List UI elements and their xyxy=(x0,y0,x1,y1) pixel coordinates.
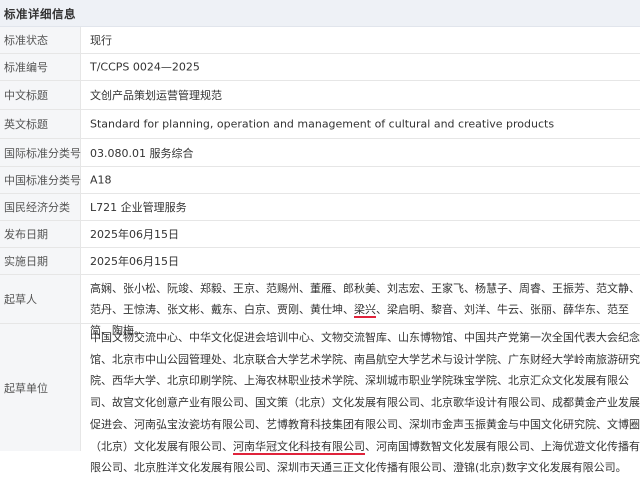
row-label: 起草人 xyxy=(4,293,37,306)
row-standard-status: 标准状态 现行 xyxy=(0,27,640,54)
row-label: 标准编号 xyxy=(4,61,48,74)
row-label: 国民经济分类 xyxy=(4,201,70,214)
row-chinese-title: 中文标题 文创产品策划运营管理规范 xyxy=(0,81,640,110)
ccs-code-value: A18 xyxy=(90,173,112,187)
economic-classification-value: L721 企业管理服务 xyxy=(90,201,187,214)
row-drafting-units: 起草单位 中国文物交流中心、中华文化促进会培训中心、文物交流智库、山东博物馆、中… xyxy=(0,324,640,474)
row-label: 标准状态 xyxy=(4,34,48,47)
row-label: 国际标准分类号 xyxy=(4,146,81,160)
chinese-title-value: 文创产品策划运营管理规范 xyxy=(90,89,222,102)
standard-number-value: T/CCPS 0024—2025 xyxy=(90,60,200,74)
row-drafters: 起草人 高娴、张小松、阮竣、郑毅、王京、范赐州、董雁、郎秋美、刘志宏、王家飞、杨… xyxy=(0,275,640,337)
standard-status-value: 现行 xyxy=(90,34,112,47)
publish-date-value: 2025年06月15日 xyxy=(90,228,179,241)
drafting-units-value: 中国文物交流中心、中华文化促进会培训中心、文物交流智库、山东博物馆、中国共产党第… xyxy=(90,327,640,479)
row-label: 发布日期 xyxy=(4,228,48,241)
row-label: 中文标题 xyxy=(4,89,48,102)
row-label: 实施日期 xyxy=(4,255,48,268)
row-publish-date: 发布日期 2025年06月15日 xyxy=(0,221,640,248)
panel-title: 标准详细信息 xyxy=(4,7,76,21)
implement-date-value: 2025年06月15日 xyxy=(90,255,179,268)
ics-code-value: 03.080.01 服务综合 xyxy=(90,146,194,160)
row-label: 中国标准分类号 xyxy=(4,174,81,187)
standard-detail-panel: 标准详细信息 标准状态 现行 标准编号 T/CCPS 0024—2025 中文标… xyxy=(0,0,640,474)
english-title-value: Standard for planning, operation and man… xyxy=(90,117,555,131)
row-english-title: 英文标题 Standard for planning, operation an… xyxy=(0,110,640,139)
row-label: 起草单位 xyxy=(4,381,48,395)
row-label: 英文标题 xyxy=(4,118,48,131)
units-text: 中国文物交流中心、中华文化促进会培训中心、文物交流智库、山东博物馆、中国共产党第… xyxy=(90,331,640,453)
row-standard-number: 标准编号 T/CCPS 0024—2025 xyxy=(0,54,640,81)
row-economic-classification: 国民经济分类 L721 企业管理服务 xyxy=(0,194,640,221)
panel-header: 标准详细信息 xyxy=(0,0,640,27)
row-implement-date: 实施日期 2025年06月15日 xyxy=(0,248,640,275)
highlighted-drafter: 梁兴 xyxy=(354,303,376,316)
row-ccs-code: 中国标准分类号 A18 xyxy=(0,167,640,194)
row-ics-code: 国际标准分类号 03.080.01 服务综合 xyxy=(0,139,640,167)
